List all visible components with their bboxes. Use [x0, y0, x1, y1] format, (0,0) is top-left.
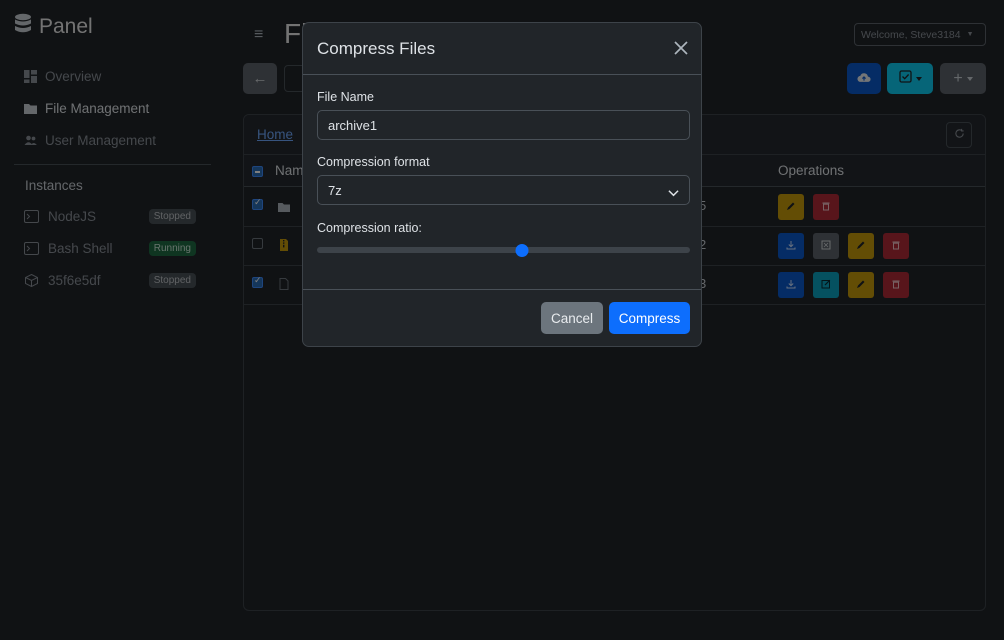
modal-footer: Cancel Compress: [303, 289, 701, 347]
file-name-input[interactable]: [317, 110, 690, 140]
compression-format-label: Compression format: [317, 155, 430, 169]
compression-ratio-label: Compression ratio:: [317, 221, 422, 235]
cancel-button[interactable]: Cancel: [541, 302, 603, 334]
compression-format-select[interactable]: 7z: [317, 175, 690, 205]
chevron-down-icon: [668, 185, 679, 200]
file-name-label: File Name: [317, 90, 374, 104]
compress-button[interactable]: Compress: [609, 302, 690, 334]
close-icon[interactable]: [671, 37, 691, 59]
compression-ratio-slider[interactable]: [317, 244, 690, 257]
slider-thumb[interactable]: [515, 244, 529, 257]
compression-format-value: 7z: [328, 182, 342, 198]
compress-files-modal: Compress Files File Name Compression for…: [302, 22, 702, 347]
modal-title: Compress Files: [317, 39, 436, 58]
modal-header: Compress Files: [303, 23, 701, 75]
